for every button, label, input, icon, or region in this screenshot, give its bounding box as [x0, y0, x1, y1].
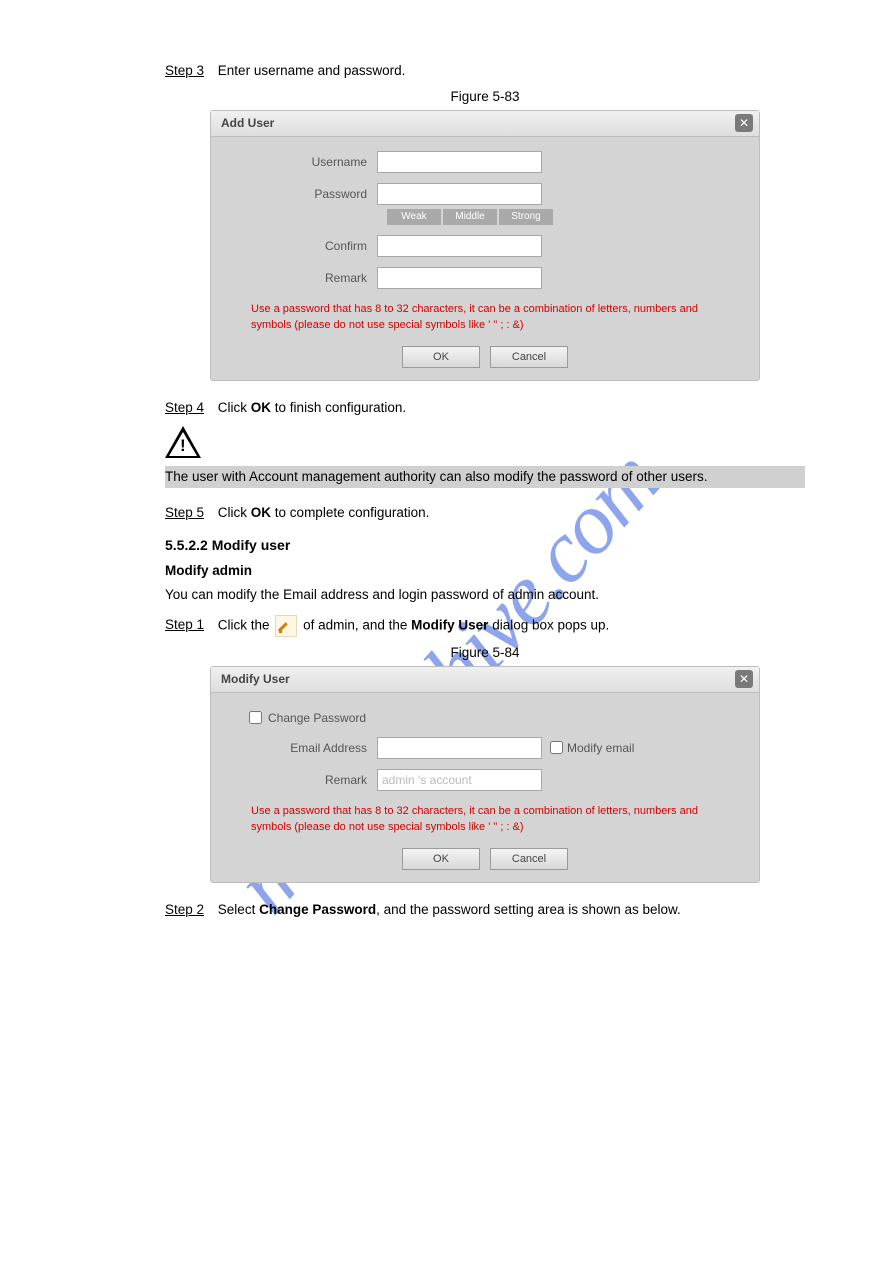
page-content: Step 3 Enter username and password. Figu… [165, 62, 805, 926]
remark-input[interactable] [377, 267, 542, 289]
modify-step-1-num: Step 1 [165, 617, 214, 632]
dialog-header: Add User ✕ [211, 111, 759, 137]
row-email: Email Address Modify email [229, 737, 741, 759]
row-confirm: Confirm [229, 235, 741, 257]
figure-1-caption: Figure 5-83 [165, 89, 805, 104]
section-intro: You can modify the Email address and log… [165, 586, 805, 605]
step-5-num: Step 5 [165, 505, 214, 520]
modify-dialog-buttons: OK Cancel [229, 848, 741, 870]
close-icon[interactable]: ✕ [735, 670, 753, 688]
sub-section-title: Modify admin [165, 563, 805, 578]
step-3-text: Enter username and password. [218, 63, 406, 78]
strength-middle: Middle [443, 209, 497, 225]
modify-step-1-end: dialog box pops up. [488, 617, 609, 632]
label-confirm: Confirm [229, 239, 377, 253]
modify-step-1-after: of admin, and the [303, 617, 411, 632]
step-4-before: Click [218, 400, 251, 415]
section-title: 5.5.2.2 Modify user [165, 537, 805, 553]
figure-2-caption: Figure 5-84 [165, 645, 805, 660]
strength-strong: Strong [499, 209, 553, 225]
row-password: Password [229, 183, 741, 205]
email-input[interactable] [377, 737, 542, 759]
strength-weak: Weak [387, 209, 441, 225]
step-4-bold: OK [251, 400, 271, 415]
modify-step-1-before: Click the [218, 617, 274, 632]
confirm-input[interactable] [377, 235, 542, 257]
label-password: Password [229, 187, 377, 201]
username-input[interactable] [377, 151, 542, 173]
password-input[interactable] [377, 183, 542, 205]
password-strength: Weak Middle Strong [387, 209, 741, 225]
row-remark-modify: Remark [229, 769, 741, 791]
step-3-num: Step 3 [165, 63, 214, 78]
step-4: Step 4 Click OK to finish configuration. [165, 399, 805, 418]
row-remark: Remark [229, 267, 741, 289]
step-5: Step 5 Click OK to complete configuratio… [165, 504, 805, 523]
modify-password-hint: Use a password that has 8 to 32 characte… [251, 803, 741, 836]
modify-step-2-before: Select [218, 902, 259, 917]
warning-text: The user with Account management authori… [165, 469, 708, 484]
row-username: Username [229, 151, 741, 173]
modify-step-2-after: , and the password setting area is shown… [376, 902, 681, 917]
dialog-buttons: OK Cancel [229, 346, 741, 368]
modify-email-checkbox[interactable] [550, 741, 563, 754]
modify-step-2-num: Step 2 [165, 902, 214, 917]
step-4-num: Step 4 [165, 400, 214, 415]
modify-dialog-title: Modify User [221, 672, 735, 686]
change-password-label: Change Password [268, 711, 366, 725]
add-user-dialog: Add User ✕ Username Password Weak Middle… [210, 110, 760, 381]
step-4-after: to finish configuration. [271, 400, 406, 415]
label-remark-modify: Remark [229, 773, 377, 787]
modify-email-label: Modify email [567, 741, 634, 755]
step-5-before: Click [218, 505, 251, 520]
step-5-after: to complete configuration. [271, 505, 429, 520]
modify-step-2: Step 2 Select Change Password, and the p… [165, 901, 805, 920]
modify-step-1: Step 1 Click the of admin, and the Modif… [165, 615, 805, 637]
modify-email-wrap: Modify email [550, 741, 634, 755]
password-hint: Use a password that has 8 to 32 characte… [251, 301, 741, 334]
modify-step-1-bold: Modify User [411, 617, 488, 632]
warning-icon: ! [165, 426, 201, 462]
close-icon[interactable]: ✕ [735, 114, 753, 132]
step-5-bold: OK [251, 505, 271, 520]
dialog-title: Add User [221, 116, 735, 130]
modify-user-dialog: Modify User ✕ Change Password Email Addr… [210, 666, 760, 883]
cancel-button[interactable]: Cancel [490, 346, 568, 368]
label-remark: Remark [229, 271, 377, 285]
warning-block: The user with Account management authori… [165, 466, 805, 488]
label-email: Email Address [229, 741, 377, 755]
ok-button[interactable]: OK [402, 346, 480, 368]
modify-dialog-body: Change Password Email Address Modify ema… [211, 693, 759, 882]
change-password-row: Change Password [249, 711, 741, 725]
remark-input-modify[interactable] [377, 769, 542, 791]
modify-dialog-header: Modify User ✕ [211, 667, 759, 693]
change-password-checkbox[interactable] [249, 711, 262, 724]
cancel-button[interactable]: Cancel [490, 848, 568, 870]
edit-icon [275, 615, 297, 637]
ok-button[interactable]: OK [402, 848, 480, 870]
modify-step-2-bold: Change Password [259, 902, 376, 917]
step-3: Step 3 Enter username and password. [165, 62, 805, 81]
dialog-body: Username Password Weak Middle Strong Con… [211, 137, 759, 380]
label-username: Username [229, 155, 377, 169]
